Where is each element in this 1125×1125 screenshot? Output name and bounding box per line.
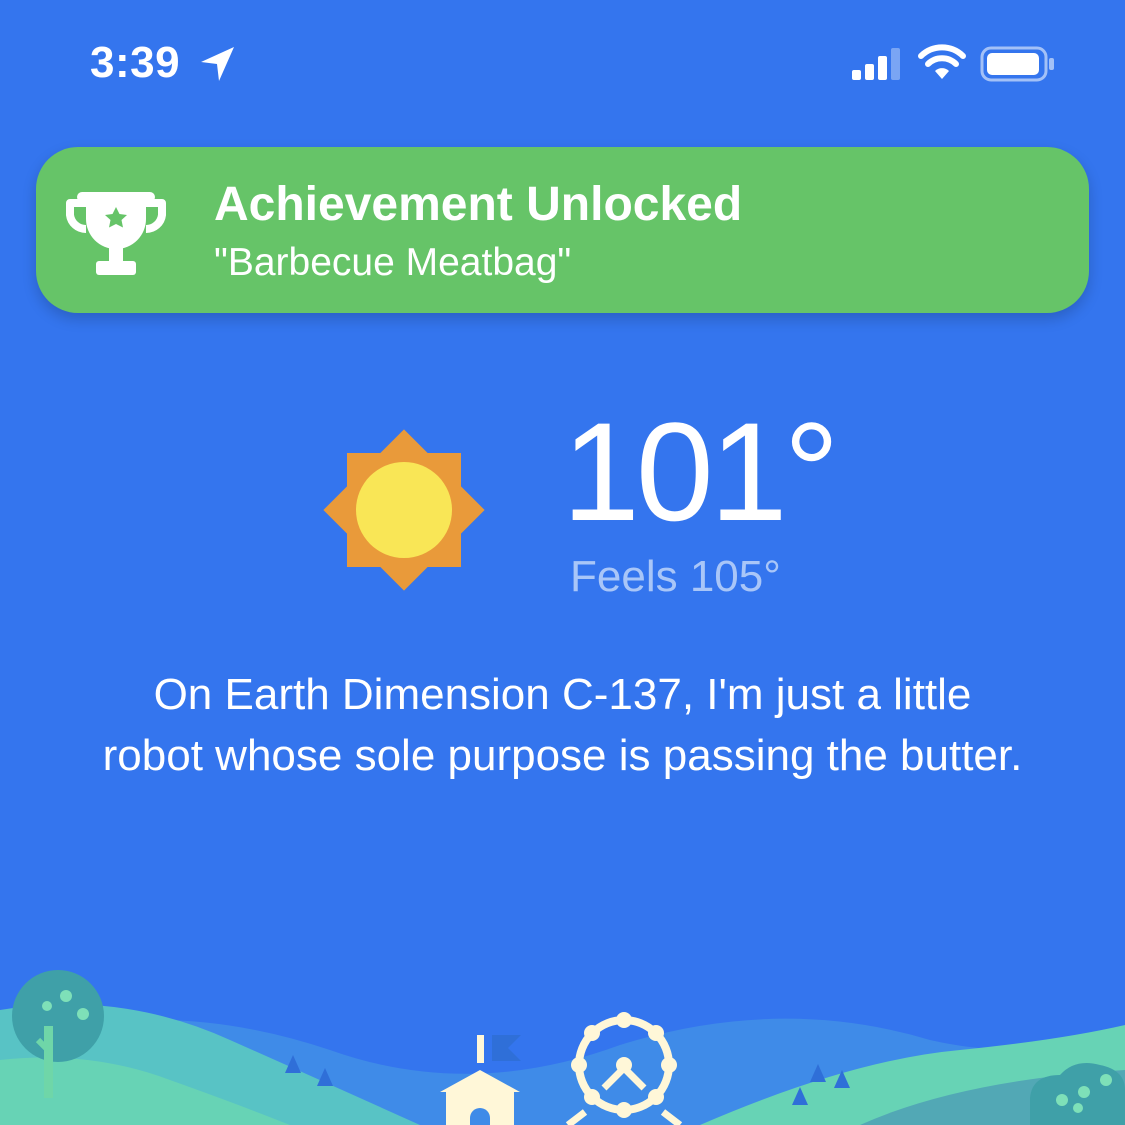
cellular-signal-icon bbox=[852, 48, 900, 80]
status-time: 3:39 bbox=[90, 38, 181, 87]
weather-message: On Earth Dimension C-137, I'm just a lit… bbox=[102, 670, 1023, 780]
weather-screen: 3:39 Achievement Unlocked "Barbecue Meat… bbox=[0, 0, 1125, 1125]
achievement-banner[interactable]: Achievement Unlocked "Barbecue Meatbag" bbox=[36, 147, 1089, 313]
achievement-subtitle: "Barbecue Meatbag" bbox=[214, 241, 572, 284]
feels-like-temperature: Feels 105° bbox=[570, 552, 781, 601]
location-arrow-icon bbox=[201, 47, 234, 81]
temperature: 101° bbox=[562, 393, 840, 550]
sun-icon bbox=[323, 429, 485, 591]
trophy-icon bbox=[66, 192, 166, 275]
battery-icon bbox=[980, 46, 1054, 82]
wifi-icon bbox=[918, 44, 966, 79]
landscape-illustration bbox=[0, 970, 1125, 1125]
achievement-title: Achievement Unlocked bbox=[214, 178, 743, 231]
